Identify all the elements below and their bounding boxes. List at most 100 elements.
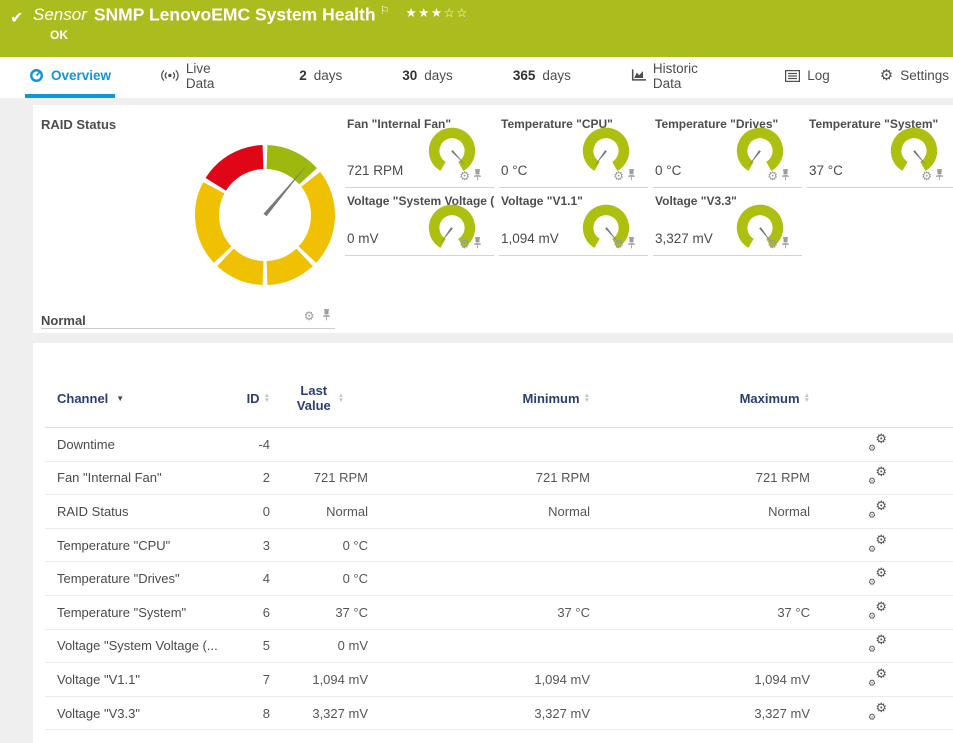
channel-name[interactable]: Downtime [57,437,232,452]
tab-log[interactable]: Log [781,57,834,98]
edit-channel-gear-icon[interactable]: ⚙ [767,237,778,251]
channel-table-panel: Channel ▼ ID ▲▼ Last Value ▲▼ Minimum ▲▼… [33,343,953,743]
pin-icon[interactable] [781,237,790,249]
edit-channel-gear-icon[interactable]: ⚙ [304,309,315,323]
tab-2-days-number: 2 [299,68,307,83]
table-row: RAID Status 0 Normal Normal Normal ⚙⚙ [45,495,953,529]
gauge-value: 0 °C [501,163,527,178]
channel-minimum: 721 RPM [368,470,590,485]
pin-icon[interactable] [627,237,636,249]
stars-empty[interactable]: ☆☆ [444,6,469,20]
pin-icon[interactable] [473,237,482,249]
tab-30-days-unit: days [424,68,453,83]
channel-minimum: Normal [368,504,590,519]
channel-name[interactable]: Fan "Internal Fan" [57,470,232,485]
header-minimum[interactable]: Minimum ▲▼ [368,391,590,406]
sort-icon[interactable]: ▲▼ [804,393,810,403]
header-maximum[interactable]: Maximum ▲▼ [590,391,810,406]
tab-2-days[interactable]: 2 days [295,57,346,98]
header-last-value[interactable]: Last Value ▲▼ [270,383,368,413]
channel-minimum: 3,327 mV [368,706,590,721]
table-row: Downtime -4 ⚙⚙ [45,428,953,462]
gauge-value: 1,094 mV [501,231,559,246]
tab-2-days-unit: days [314,68,343,83]
raid-gauge-title: RAID Status [41,117,116,132]
edit-channel-gear-icon[interactable]: ⚙ [613,169,624,183]
tab-settings[interactable]: ⚙ Settings [876,57,953,98]
channel-settings-icon[interactable]: ⚙⚙ [868,536,887,552]
channel-id: -4 [232,437,270,452]
channel-id: 8 [232,706,270,721]
channel-name[interactable]: RAID Status [57,504,232,519]
pin-icon[interactable] [781,169,790,181]
header-channel[interactable]: Channel ▼ [57,391,232,406]
gauge-voltage-system: Voltage "System Voltage (12... 0 mV ⚙ [345,188,494,256]
tab-365-days[interactable]: 365 days [509,57,575,98]
chevron-down-icon[interactable]: ▼ [116,394,124,403]
gauge-value: 37 °C [809,163,843,178]
edit-channel-gear-icon[interactable]: ⚙ [459,169,470,183]
channel-id: 7 [232,672,270,687]
channel-name[interactable]: Voltage "System Voltage (... [57,638,232,653]
tab-30-days-number: 30 [402,68,417,83]
channel-id: 6 [232,605,270,620]
channel-last-value: 0 °C [270,571,368,586]
stars-filled[interactable]: ★★★ [405,6,443,20]
channel-settings-icon[interactable]: ⚙⚙ [868,569,887,585]
gauge-temp-cpu: Temperature "CPU" 0 °C ⚙ [499,111,648,188]
channel-last-value: Normal [270,504,368,519]
channel-table-header: Channel ▼ ID ▲▼ Last Value ▲▼ Minimum ▲▼… [45,343,953,428]
channel-last-value: 3,327 mV [270,706,368,721]
area-chart-icon [631,69,646,82]
priority-stars[interactable]: ★★★☆☆ [405,6,469,20]
gauge-voltage-v11: Voltage "V1.1" 1,094 mV ⚙ [499,188,648,256]
channel-settings-icon[interactable]: ⚙⚙ [868,670,887,686]
pin-icon[interactable] [322,309,331,321]
channel-name[interactable]: Voltage "V1.1" [57,672,232,687]
pin-icon[interactable] [473,169,482,181]
pin-icon[interactable] [627,169,636,181]
gauge-temp-drives: Temperature "Drives" 0 °C ⚙ [653,111,802,188]
channel-id: 5 [232,638,270,653]
overview-gauges-panel: RAID Status Normal ⚙ Fan "Internal Fan" [33,105,953,333]
tab-live-data[interactable]: Live Data [157,57,243,98]
channel-name[interactable]: Temperature "CPU" [57,538,232,553]
channel-settings-icon[interactable]: ⚙⚙ [868,502,887,518]
channel-settings-icon[interactable]: ⚙⚙ [868,704,887,720]
gear-icon: ⚙ [880,68,893,83]
sensor-kind-label: Sensor [33,5,87,24]
tab-365-days-number: 365 [513,68,536,83]
status-ok-check-icon: ✔ [10,8,23,28]
channel-settings-icon[interactable]: ⚙⚙ [868,603,887,619]
tab-historic-data-label: Historic Data [653,61,725,91]
tab-overview[interactable]: Overview [25,57,115,98]
channel-id: 3 [232,538,270,553]
channel-settings-icon[interactable]: ⚙⚙ [868,468,887,484]
tab-historic-data[interactable]: Historic Data [627,57,729,98]
channel-name[interactable]: Temperature "Drives" [57,571,232,586]
raid-status-gauge [185,135,345,295]
channel-maximum: Normal [590,504,810,519]
flag-icon[interactable]: ⚐ [380,5,390,17]
edit-channel-gear-icon[interactable]: ⚙ [921,169,932,183]
pin-icon[interactable] [935,169,944,181]
gauge-value: 0 °C [655,163,681,178]
channel-maximum: 37 °C [590,605,810,620]
gauge-value: 0 mV [347,231,379,246]
channel-maximum: 1,094 mV [590,672,810,687]
channel-settings-icon[interactable]: ⚙⚙ [868,435,887,451]
header-id[interactable]: ID ▲▼ [232,391,270,406]
edit-channel-gear-icon[interactable]: ⚙ [459,237,470,251]
gauge-fan-internal: Fan "Internal Fan" 721 RPM ⚙ [345,111,494,188]
channel-gauge-grid: Fan "Internal Fan" 721 RPM ⚙ Temperature… [345,105,953,256]
edit-channel-gear-icon[interactable]: ⚙ [613,237,624,251]
gauge-value: 721 RPM [347,163,403,178]
edit-channel-gear-icon[interactable]: ⚙ [767,169,778,183]
table-row: Voltage "System Voltage (... 5 0 mV ⚙⚙ [45,630,953,664]
sort-icon[interactable]: ▲▼ [338,393,344,403]
channel-name[interactable]: Voltage "V3.3" [57,706,232,721]
channel-settings-icon[interactable]: ⚙⚙ [868,636,887,652]
channel-name[interactable]: Temperature "System" [57,605,232,620]
empty-gauge-slot [807,188,953,256]
tab-30-days[interactable]: 30 days [398,57,457,98]
